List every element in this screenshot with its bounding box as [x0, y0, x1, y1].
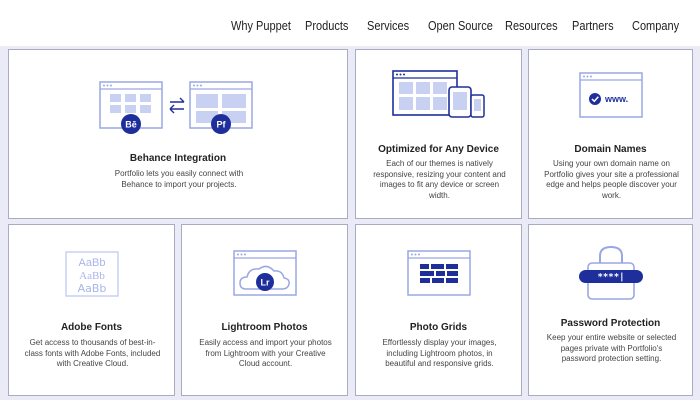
nav-open-source[interactable]: Open Source: [428, 19, 493, 33]
card-title: Adobe Fonts: [60, 322, 123, 333]
behance-badge: Bē: [125, 120, 137, 130]
card-title: Domain Names: [574, 144, 647, 155]
password-field-badge: ****|: [597, 273, 624, 283]
lightroom-cloud-icon: Lr: [182, 249, 347, 299]
feature-card-password: ****| Password Protection Keep your enti…: [528, 224, 693, 396]
lock-icon: ****|: [529, 244, 692, 302]
feature-card-photo-grids: Photo Grids Effortlessly display your im…: [355, 224, 522, 396]
card-title: Password Protection: [560, 318, 661, 329]
fonts-icon: AaBb AaBb AaBb: [9, 250, 174, 298]
feature-card-behance: Bē Pf Behance Integration Portfolio lets…: [8, 49, 348, 219]
portfolio-badge: Pf: [217, 120, 227, 130]
card-title: Behance Integration: [129, 153, 227, 164]
nav-products[interactable]: Products: [305, 19, 348, 33]
font-sample-1: AaBb: [78, 257, 105, 269]
nav-resources[interactable]: Resources: [505, 19, 558, 33]
card-title: Lightroom Photos: [221, 322, 308, 333]
card-description: Keep your entire website or selected pag…: [546, 333, 677, 364]
font-sample-2: AaBb: [79, 270, 105, 282]
top-navigation: Why Puppet Products Services Open Source…: [0, 0, 700, 46]
nav-services[interactable]: Services: [367, 19, 409, 33]
card-title: Optimized for Any Device: [378, 144, 499, 155]
card-description: Using your own domain name on Portfolio …: [544, 159, 679, 200]
behance-sync-icon: Bē Pf: [9, 80, 347, 136]
feature-card-domain: www. Domain Names Using your own domain …: [528, 49, 693, 219]
lightroom-badge: Lr: [260, 278, 269, 288]
card-description: Each of our themes is natively responsiv…: [373, 159, 506, 200]
domain-icon: www.: [529, 71, 692, 119]
feature-card-device: Optimized for Any Device Each of our the…: [355, 49, 522, 219]
www-badge: www.: [604, 94, 628, 104]
card-title: Photo Grids: [409, 322, 468, 333]
card-description: Portfolio lets you easily connect with B…: [114, 169, 244, 189]
feature-card-fonts: AaBb AaBb AaBb Adobe Fonts Get access to…: [8, 224, 175, 396]
devices-icon: [356, 69, 521, 119]
font-sample-3: AaBb: [77, 282, 106, 295]
card-description: Get access to thousands of best-in-class…: [24, 338, 161, 369]
card-description: Easily access and import your photos fro…: [199, 338, 332, 369]
nav-why-puppet[interactable]: Why Puppet: [231, 19, 291, 33]
nav-partners[interactable]: Partners: [572, 19, 614, 33]
feature-card-lightroom: Lr Lightroom Photos Easily access and im…: [181, 224, 348, 396]
photo-grid-icon: [356, 249, 521, 297]
nav-company[interactable]: Company: [632, 19, 679, 33]
card-description: Effortlessly display your images, includ…: [382, 338, 497, 369]
